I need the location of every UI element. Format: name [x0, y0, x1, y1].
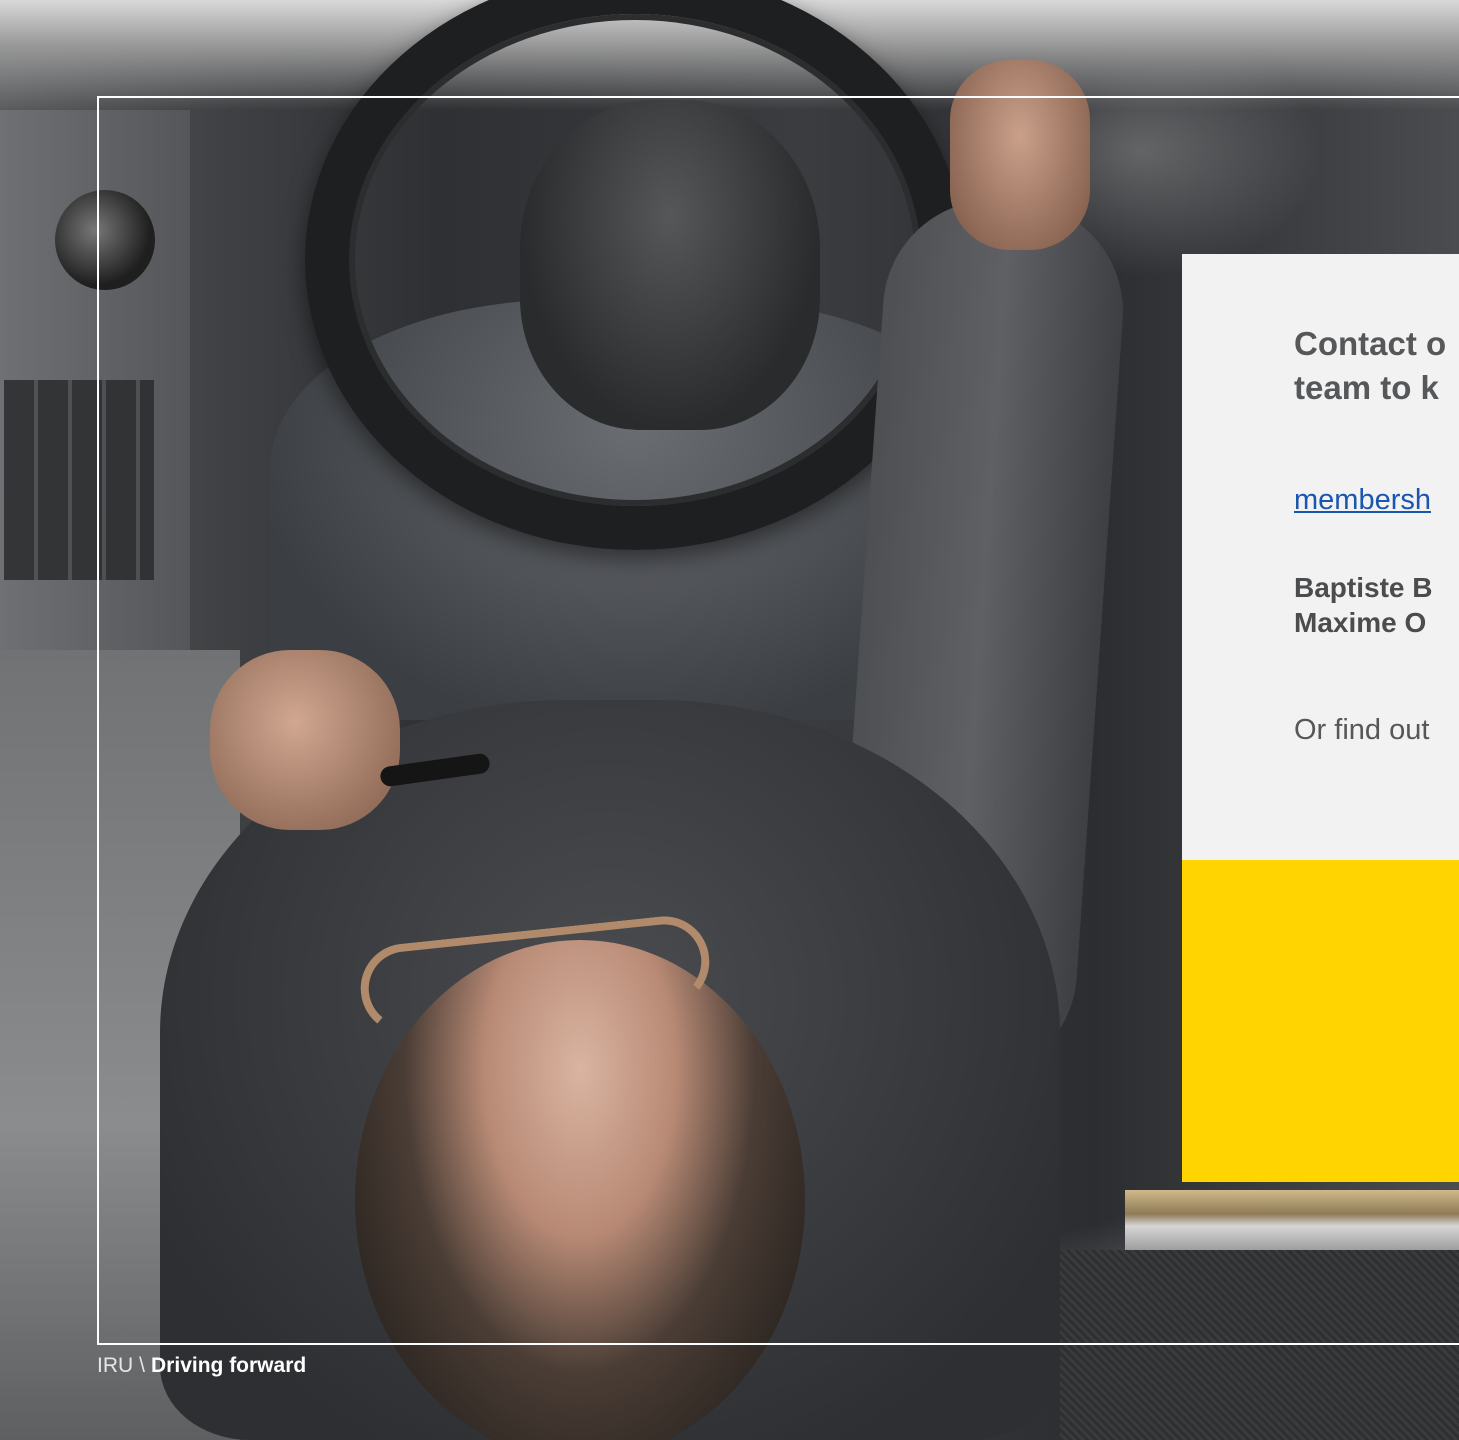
contact-headline: Contact o team to k: [1294, 322, 1446, 410]
footer-separator: \: [139, 1354, 146, 1377]
contact-name-2: Maxime O: [1294, 607, 1427, 638]
membership-email-link[interactable]: membersh: [1294, 484, 1431, 517]
yellow-accent-block: [1182, 860, 1459, 1182]
footer-branding: IRU \ Driving forward: [97, 1354, 306, 1378]
headline-line-2: team to k: [1294, 369, 1439, 406]
contact-card: Contact o team to k membersh Baptiste B …: [1182, 254, 1459, 860]
contact-names: Baptiste B Maxime O: [1294, 570, 1432, 640]
headline-line-1: Contact o: [1294, 325, 1447, 362]
footer-tagline: Driving forward: [151, 1354, 307, 1377]
footer-brand: IRU: [97, 1354, 134, 1377]
contact-name-1: Baptiste B: [1294, 572, 1433, 603]
find-out-more-text: Or find out: [1294, 714, 1430, 746]
